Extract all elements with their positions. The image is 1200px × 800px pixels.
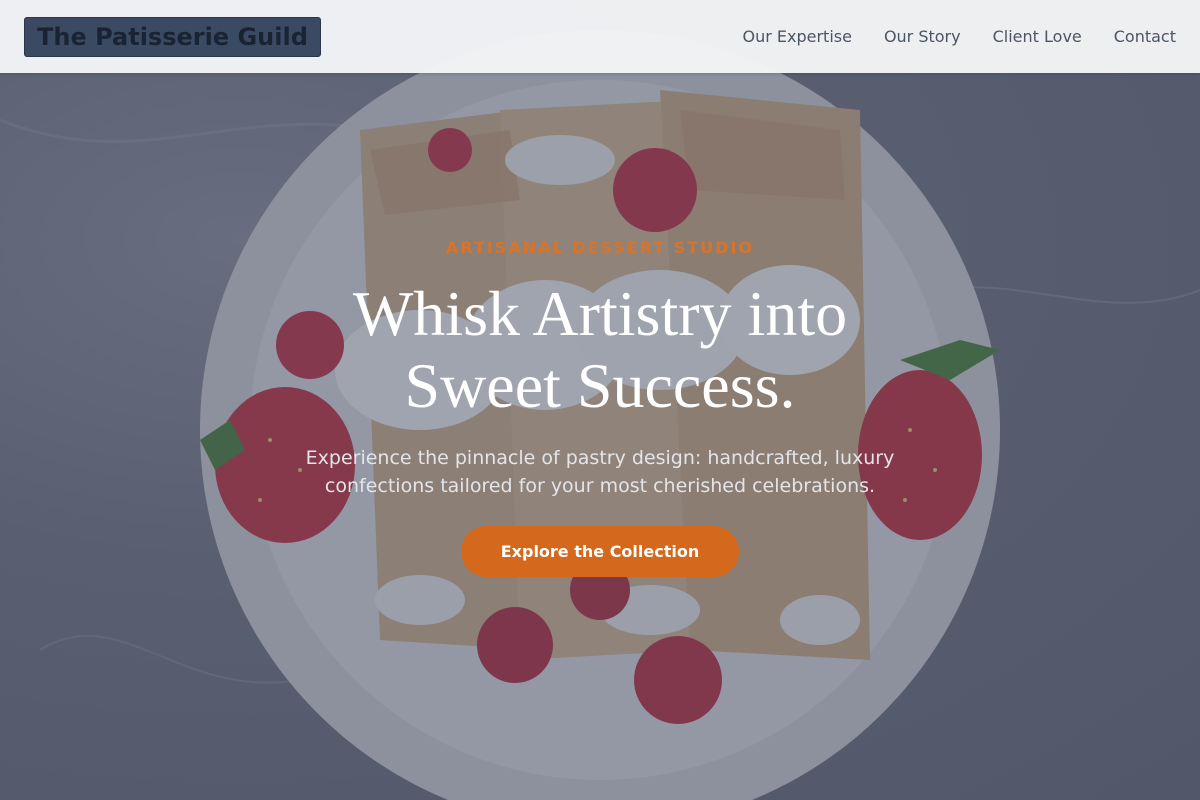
nav-link-client-love[interactable]: Client Love xyxy=(993,27,1082,46)
hero-eyebrow: ARTISANAL DESSERT STUDIO xyxy=(445,238,755,257)
main-nav: Our Expertise Our Story Client Love Cont… xyxy=(742,27,1176,46)
hero-content: ARTISANAL DESSERT STUDIO Whisk Artistry … xyxy=(0,73,1200,800)
hero-subtext-line-2: confections tailored for your most cheri… xyxy=(324,475,876,497)
nav-link-our-expertise[interactable]: Our Expertise xyxy=(742,27,851,46)
brand-logo[interactable]: The Patisserie Guild xyxy=(24,16,321,57)
site-header: The Patisserie Guild Our Expertise Our S… xyxy=(0,0,1200,73)
explore-collection-button[interactable]: Explore the Collection xyxy=(461,526,739,577)
hero-subtext: Experience the pinnacle of pastry design… xyxy=(270,444,930,500)
hero-headline-line-2: Sweet Success. xyxy=(404,350,796,421)
hero-subtext-line-1: Experience the pinnacle of pastry design… xyxy=(305,447,895,469)
nav-link-contact[interactable]: Contact xyxy=(1114,27,1176,46)
hero-headline-line-1: Whisk Artistry into xyxy=(352,278,848,349)
nav-link-our-story[interactable]: Our Story xyxy=(884,27,961,46)
hero-headline: Whisk Artistry into Sweet Success. xyxy=(300,278,900,422)
